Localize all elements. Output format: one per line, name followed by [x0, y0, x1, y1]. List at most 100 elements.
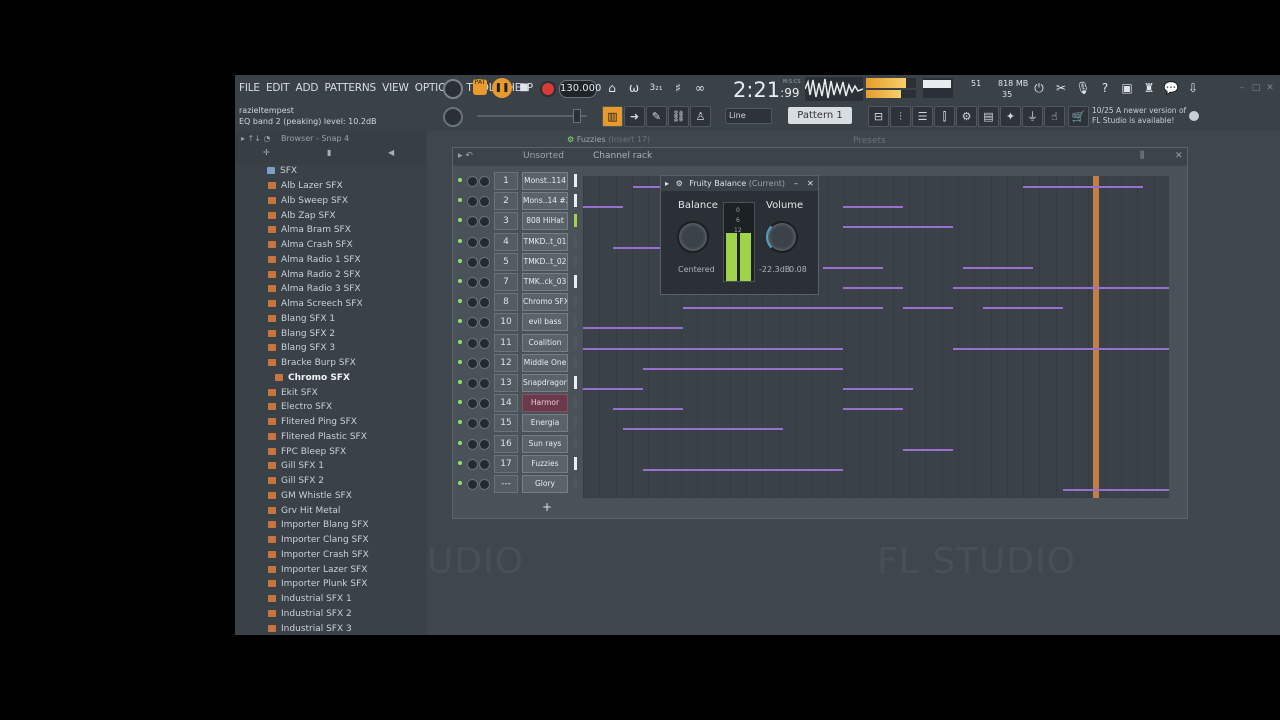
channel-select-indicator[interactable]	[574, 436, 577, 450]
rack-arrow-icon[interactable]: ▸ ↶	[458, 151, 473, 161]
rack-graph-icon[interactable]: ⫼	[1140, 151, 1144, 161]
channel-mixer-track[interactable]: 12	[494, 353, 518, 372]
menu-file[interactable]: FILE	[239, 82, 260, 94]
channel-pan-knob[interactable]	[467, 337, 478, 349]
channel-select-indicator[interactable]	[574, 214, 577, 228]
browser-item[interactable]: Flitered Plastic SFX	[268, 430, 367, 445]
volume-knob[interactable]	[766, 221, 798, 253]
browser-item[interactable]: Importer Crash SFX	[268, 548, 369, 563]
browser-item[interactable]: Blang SFX 3	[268, 341, 335, 356]
channel-pan-knob[interactable]	[467, 458, 478, 470]
rack-presets[interactable]: Presets	[853, 136, 886, 146]
pattern-song-toggle[interactable]: PAT	[473, 79, 487, 95]
browser-item[interactable]: Alma Radio 1 SFX	[268, 253, 361, 268]
channel-mixer-track[interactable]: 1	[494, 172, 518, 190]
channel-mute-led[interactable]	[458, 238, 462, 243]
fruity-balance-header[interactable]: ▸ ⚙ Fruity Balance (Current) – ✕	[661, 176, 818, 191]
stop-icon[interactable]: ■	[515, 79, 533, 97]
channel-select-indicator[interactable]	[574, 335, 577, 349]
browser-item[interactable]: Industrial SFX 3	[268, 622, 352, 636]
chat-icon[interactable]: 💬	[1162, 79, 1180, 97]
channel-mute-led[interactable]	[458, 359, 462, 364]
channel-name-button[interactable]: Monst..114	[522, 172, 568, 190]
channel-name-button[interactable]: Middle One	[522, 353, 568, 372]
channel-mute-led[interactable]	[458, 279, 462, 283]
browser-item[interactable]: Bracke Burp SFX	[268, 356, 356, 371]
channel-pan-knob[interactable]	[467, 317, 478, 329]
browser-nav-icon[interactable]: ▸ ↑↓ ◔	[241, 134, 271, 143]
menu-edit[interactable]: EDIT	[266, 82, 290, 94]
channel-volume-knob[interactable]	[479, 337, 490, 349]
shop-cart-icon[interactable]: 🛒	[1068, 106, 1089, 127]
channel-mute-led[interactable]	[458, 178, 462, 182]
channel-pan-knob[interactable]	[467, 176, 478, 187]
browser-item[interactable]: Grv Hit Metal	[268, 504, 340, 519]
channel-mute-led[interactable]	[458, 380, 462, 384]
channel-name-button[interactable]: Glory	[522, 475, 568, 493]
bulb-icon[interactable]: ✦	[1000, 106, 1021, 127]
snap-select[interactable]: Line	[725, 108, 772, 124]
channel-volume-knob[interactable]	[479, 216, 490, 228]
channel-pan-knob[interactable]	[467, 438, 478, 450]
channel-mixer-track[interactable]: 15	[494, 414, 518, 433]
plugin-picker-icon[interactable]: ▤	[978, 106, 999, 127]
channel-volume-knob[interactable]	[479, 378, 490, 389]
download-icon[interactable]: ⇩	[1184, 79, 1202, 97]
browser-item[interactable]: Industrial SFX 1	[268, 592, 352, 607]
step-edit-icon[interactable]: ♯	[669, 79, 687, 97]
balance-knob[interactable]	[677, 221, 709, 253]
channel-volume-knob[interactable]	[479, 398, 490, 410]
channel-name-button[interactable]: Sun rays	[522, 434, 568, 453]
channel-select-indicator[interactable]	[574, 254, 577, 268]
microphone-icon[interactable]: 🎙	[1074, 79, 1092, 97]
save-icon[interactable]: ▣	[1118, 79, 1136, 97]
channel-mixer-track[interactable]: 8	[494, 293, 518, 312]
arrow-icon[interactable]: ➜	[624, 106, 645, 127]
master-volume-knob[interactable]	[443, 79, 463, 99]
channel-name-button[interactable]: Coalition	[522, 333, 568, 352]
channel-mixer-track[interactable]: 5	[494, 252, 518, 271]
channel-name-button[interactable]: Snapdragon	[522, 374, 568, 392]
channel-mixer-track[interactable]: 14	[494, 394, 518, 413]
browser-item[interactable]: Blang SFX 2	[268, 327, 335, 342]
menu-add[interactable]: ADD	[296, 82, 319, 94]
power-icon[interactable]: ⏻	[1030, 79, 1048, 97]
channel-mute-led[interactable]	[458, 460, 462, 465]
channel-volume-knob[interactable]	[479, 176, 490, 187]
channel-volume-knob[interactable]	[479, 317, 490, 329]
browser-item[interactable]: Alb Lazer SFX	[268, 179, 343, 194]
browser-item[interactable]: Alma Radio 3 SFX	[268, 282, 361, 297]
rack-filter[interactable]: Unsorted	[523, 151, 564, 161]
channel-volume-knob[interactable]	[479, 196, 490, 208]
channel-mute-led[interactable]	[458, 420, 462, 425]
channel-pan-knob[interactable]	[467, 479, 478, 490]
channel-mute-led[interactable]	[458, 258, 462, 263]
browser-item[interactable]: Importer Lazer SFX	[268, 563, 367, 578]
browser-item[interactable]: Importer Plunk SFX	[268, 577, 367, 592]
channel-name-button[interactable]: TMKD..t_02	[522, 252, 568, 271]
channel-mixer-track[interactable]: 2	[494, 192, 518, 211]
channel-mute-led[interactable]	[458, 319, 462, 324]
link-icon[interactable]: ⛓	[668, 106, 689, 127]
fb-gear-icon[interactable]: ⚙	[676, 179, 683, 188]
mixer-icon[interactable]: ⫿	[934, 106, 955, 127]
channel-pan-knob[interactable]	[467, 398, 478, 410]
channel-pan-knob[interactable]	[467, 256, 478, 268]
channel-select-indicator[interactable]	[574, 376, 577, 389]
browser-item[interactable]: GM Whistle SFX	[268, 489, 352, 504]
browser-item[interactable]: Importer Clang SFX	[268, 533, 369, 548]
channel-mute-led[interactable]	[458, 198, 462, 203]
channel-name-button[interactable]: Chromo SFX	[522, 293, 568, 312]
browser-item[interactable]: Alma Radio 2 SFX	[268, 268, 361, 283]
channel-select-indicator[interactable]	[574, 456, 577, 470]
channel-mixer-track[interactable]: 3	[494, 212, 518, 231]
channel-mixer-track[interactable]: 13	[494, 374, 518, 392]
browser-item[interactable]: Alb Sweep SFX	[268, 194, 348, 209]
channel-mixer-track[interactable]: 7	[494, 273, 518, 291]
channel-mixer-track[interactable]: 11	[494, 333, 518, 352]
browser-item[interactable]: Gill SFX 1	[268, 459, 324, 474]
channel-select-indicator[interactable]	[574, 295, 577, 309]
browser-item[interactable]: Alma Bram SFX	[268, 223, 351, 238]
channel-volume-knob[interactable]	[479, 277, 490, 288]
channel-rack-icon[interactable]: ☰	[912, 106, 933, 127]
